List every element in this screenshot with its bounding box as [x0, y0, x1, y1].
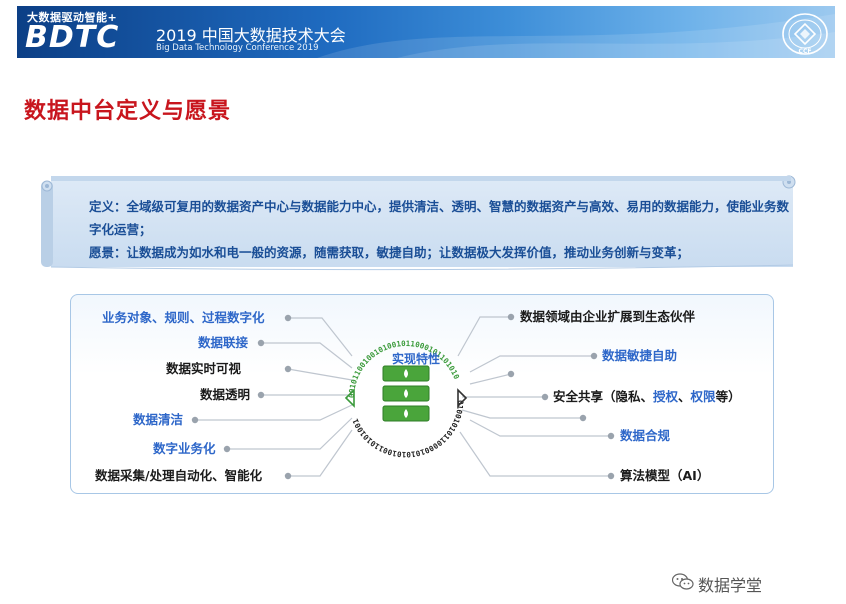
- connector-left-6: [227, 417, 353, 450]
- feature-right-4-hl2: 权限: [690, 389, 716, 404]
- features-diagram: 00101100100101001011000101101010 0100101…: [191, 313, 615, 480]
- connector-right-1: [457, 316, 511, 357]
- connector-right-3: [469, 373, 512, 385]
- connector-right-2: [469, 355, 594, 373]
- wechat-icon: [672, 573, 694, 590]
- feature-left-4: 数据透明: [200, 387, 251, 402]
- feature-right-4-prefix: 安全共享（隐私、: [553, 389, 654, 404]
- feature-right-2: 数据敏捷自助: [602, 348, 678, 363]
- server-stack-icon: [382, 365, 430, 422]
- feature-left-5: 数据清洁: [133, 412, 184, 427]
- connector-left-7: [288, 429, 353, 477]
- watermark-text: 数据学堂: [698, 576, 763, 595]
- feature-left-1: 业务对象、规则、过程数字化: [102, 310, 265, 325]
- connector-left-5: [195, 404, 353, 421]
- feature-left-2: 数据联接: [198, 335, 249, 350]
- connector-right-5: [461, 409, 583, 419]
- feature-right-7: 算法模型（AI）: [620, 468, 710, 483]
- feature-right-4: 安全共享（隐私、授权、权限等）: [553, 389, 741, 405]
- connector-right-7: [459, 431, 611, 477]
- connector-left-1: [288, 317, 353, 357]
- feature-left-7: 数据采集/处理自动化、智能化: [95, 468, 263, 483]
- feature-right-4-hl1: 授权: [653, 389, 679, 404]
- connector-left-2: [261, 342, 353, 369]
- center-title: 实现特性: [391, 352, 440, 366]
- feature-right-1: 数据领域由企业扩展到生态伙伴: [520, 309, 696, 324]
- feature-right-4-mid: 、: [678, 389, 691, 404]
- connector-right-6: [469, 419, 611, 437]
- feature-left-3: 数据实时可视: [166, 361, 242, 376]
- feature-right-6: 数据合规: [620, 428, 671, 443]
- feature-right-4-suffix: 等）: [715, 389, 741, 404]
- feature-left-6: 数字业务化: [153, 441, 216, 456]
- connector-left-3: [287, 368, 353, 381]
